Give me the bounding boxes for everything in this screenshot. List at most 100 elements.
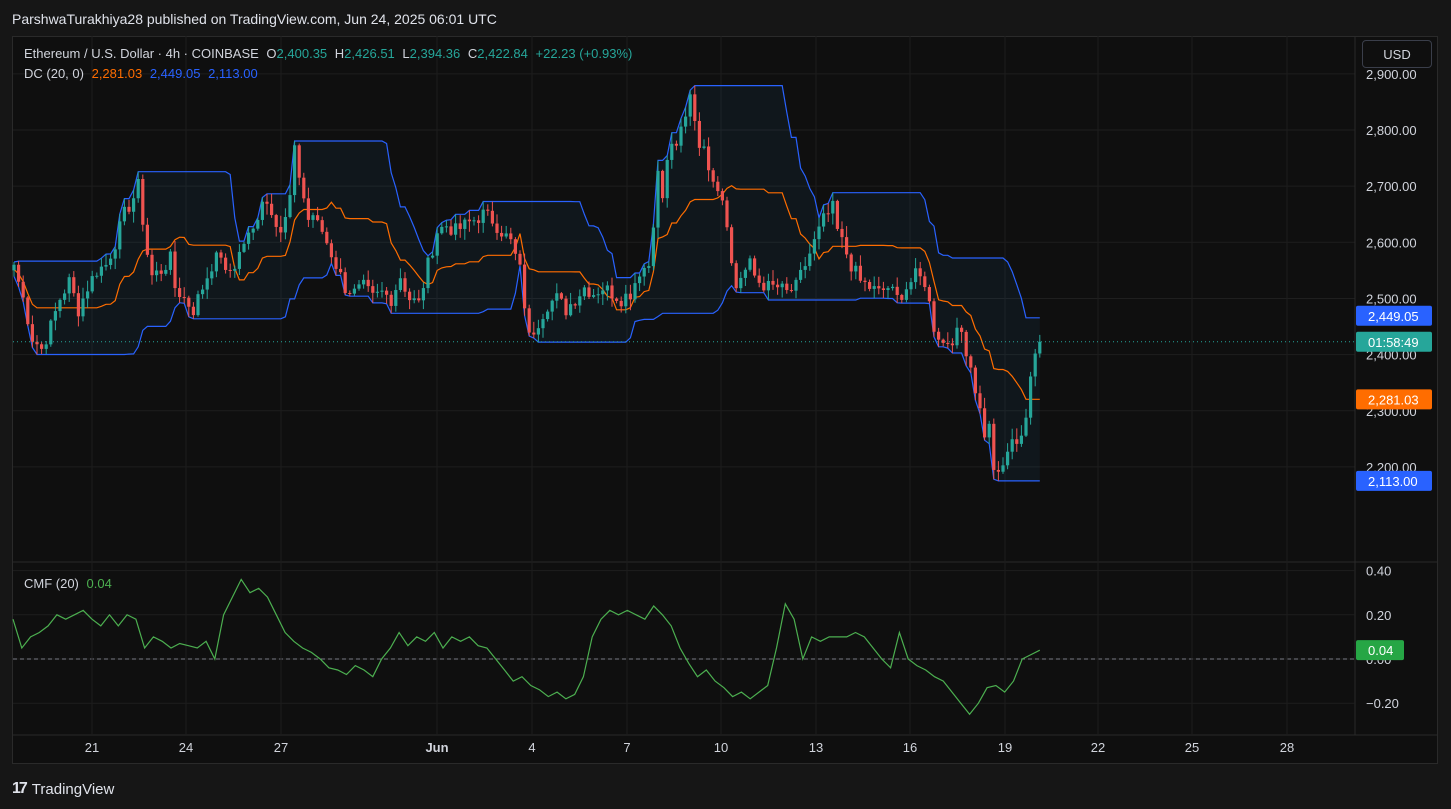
candle-body: [339, 268, 343, 273]
candle-body: [187, 297, 191, 307]
cmf-label: CMF (20): [24, 576, 79, 591]
candle-body: [164, 269, 168, 274]
candle-body: [780, 283, 784, 288]
candle-body: [329, 243, 333, 258]
price-chart[interactable]: 2,200.002,300.002,400.002,500.002,600.00…: [0, 0, 1451, 809]
candle-body: [624, 293, 628, 307]
close-label: C: [467, 46, 478, 61]
candle-body: [150, 254, 154, 276]
candle-body: [30, 324, 34, 342]
candle-body: [113, 249, 117, 259]
footer: 17 TradingView: [12, 778, 114, 800]
candle-body: [408, 291, 412, 301]
price-tick-label: 2,600.00: [1366, 235, 1417, 250]
candle-body: [656, 170, 660, 228]
candle-body: [739, 277, 743, 289]
candle-body: [394, 289, 398, 306]
countdown-tag: 01:58:49: [1368, 335, 1419, 350]
candle-body: [513, 239, 517, 254]
candle-body: [1033, 353, 1037, 377]
candle-body: [835, 200, 839, 229]
candle-body: [573, 304, 577, 306]
candle-body: [661, 170, 665, 199]
candle-body: [288, 195, 292, 217]
candle-body: [973, 367, 977, 394]
price-axis: 2,200.002,300.002,400.002,500.002,600.00…: [1366, 67, 1417, 711]
candle-body: [26, 297, 30, 325]
candle-body: [881, 288, 885, 290]
time-tick-label: 25: [1185, 740, 1199, 755]
candle-body: [145, 224, 149, 255]
candle-body: [863, 280, 867, 283]
candle-body: [923, 276, 927, 288]
candle-body: [214, 252, 218, 272]
candle-body: [555, 293, 559, 301]
candle-body: [320, 220, 324, 232]
candle-body: [743, 269, 747, 278]
candle-body: [960, 327, 964, 332]
candle-body: [996, 469, 1000, 472]
candle-body: [601, 290, 605, 295]
candle-body: [375, 291, 379, 293]
candle-body: [822, 213, 826, 227]
symbol-legend[interactable]: Ethereum / U.S. Dollar · 4h · COINBASE O…: [24, 46, 636, 61]
candle-body: [444, 226, 448, 228]
brand-name: TradingView: [31, 780, 115, 798]
candle-body: [316, 215, 320, 221]
candle-body: [44, 344, 48, 349]
candle-body: [610, 285, 614, 299]
candle-body: [504, 233, 508, 237]
candle-body: [950, 343, 954, 346]
time-tick-label: 10: [714, 740, 728, 755]
dc-mid-tag: 2,281.03: [1368, 392, 1419, 407]
candle-body: [785, 283, 789, 291]
candle-body: [58, 299, 62, 312]
candle-body: [1038, 341, 1042, 354]
candle-body: [159, 270, 163, 274]
candle-body: [753, 258, 757, 276]
dc-label: DC (20, 0): [24, 66, 84, 81]
time-tick-label: 22: [1091, 740, 1105, 755]
candle-body: [527, 308, 531, 333]
candle-body: [293, 145, 297, 196]
candle-body: [191, 306, 195, 316]
candle-body: [426, 257, 430, 289]
candle-body: [628, 293, 632, 300]
close-value: 2,422.84: [477, 46, 528, 61]
candle-body: [178, 288, 182, 298]
candle-body: [1010, 439, 1014, 452]
time-axis: 21 24 27 Jun 4 7 10 13 16 19 22 25 28: [85, 740, 1294, 755]
candle-body: [1006, 451, 1010, 466]
candle-body: [730, 227, 734, 264]
candle-body: [201, 289, 205, 295]
candle-body: [173, 251, 177, 289]
candle-body: [490, 210, 494, 224]
candle-body: [817, 226, 821, 240]
candle-body: [421, 288, 425, 301]
candle-body: [109, 258, 113, 265]
candle-body: [978, 393, 982, 409]
price-tick-label: 2,900.00: [1366, 67, 1417, 82]
candle-body: [417, 298, 421, 301]
candle-body: [21, 281, 25, 298]
candle-body: [946, 342, 950, 344]
candle-body: [596, 294, 600, 296]
time-tick-label: 21: [85, 740, 99, 755]
candle-body: [523, 264, 527, 309]
candle-body: [803, 266, 807, 270]
candle-body: [546, 311, 550, 320]
candle-body: [500, 232, 504, 237]
candle-body: [789, 290, 793, 292]
currency-button[interactable]: USD: [1362, 40, 1432, 68]
dc-legend[interactable]: DC (20, 0) 2,281.03 2,449.05 2,113.00: [24, 66, 262, 81]
price-tick-label: 2,500.00: [1366, 291, 1417, 306]
open-label: O: [266, 46, 277, 61]
candle-body: [53, 311, 57, 321]
candle-body: [122, 206, 126, 222]
dc-band-fill: [14, 85, 1040, 481]
candle-body: [403, 278, 407, 292]
cmf-legend[interactable]: CMF (20) 0.04: [24, 576, 116, 591]
high-label: H: [334, 46, 345, 61]
cmf-series: [12, 578, 1041, 716]
dc-lower-tag: 2,113.00: [1368, 474, 1418, 489]
